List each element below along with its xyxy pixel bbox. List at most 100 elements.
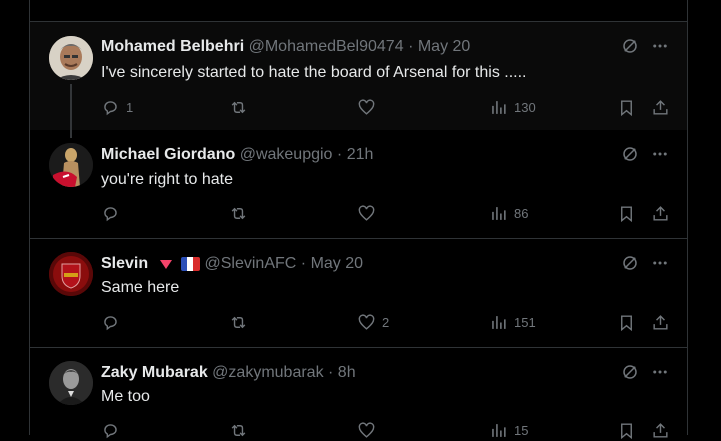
timeline-column: Mohamed Belbehri @MohamedBel90474 · May … [29,0,688,440]
tweet-michael-giordano[interactable]: Michael Giordano @wakeupgio · 21h you're… [30,130,687,239]
display-name[interactable]: Michael Giordano [101,146,235,163]
views-button[interactable]: 86 [489,204,528,223]
bookmark-button[interactable] [617,421,636,440]
retweet-button[interactable] [229,313,254,332]
reply-button[interactable] [101,313,126,332]
retweet-icon [231,424,246,437]
like-count: 2 [382,315,390,330]
retweet-button[interactable] [229,421,254,440]
user-handle[interactable]: @MohamedBel90474 [249,38,404,55]
more-options-icon[interactable] [651,363,669,381]
like-button[interactable] [357,98,382,117]
view-count: 151 [514,315,536,330]
reply-icon [104,101,117,116]
avatar[interactable] [49,36,93,80]
timestamp[interactable]: 8h [338,364,356,381]
more-options-icon[interactable] [651,37,669,55]
display-name[interactable]: Mohamed Belbehri [101,38,244,55]
reply-icon [104,424,117,439]
view-count: 15 [514,423,529,438]
tweet-top-icons [621,145,669,163]
tweet-actions: 15 [101,421,673,441]
grok-icon[interactable] [621,145,639,163]
tweet-text: Same here [101,279,180,296]
retweet-icon [231,316,246,329]
reply-icon [104,316,117,331]
bookmark-button[interactable] [617,313,636,332]
tweet-zaky-mubarak[interactable]: Zaky Mubarak @zakymubarak · 8h Me too 15 [30,348,687,440]
user-handle[interactable]: @wakeupgio [240,146,333,163]
analytics-icon [492,424,506,437]
avatar[interactable] [49,143,93,187]
tweet-slevin[interactable]: Slevin @SlevinAFC · May 20 Same here 2 1… [30,239,687,348]
display-name[interactable]: Slevin [101,255,148,272]
avatar[interactable] [49,361,93,405]
tweet-header: Mohamed Belbehri @MohamedBel90474 · May … [101,37,617,57]
tweet-mohamed-belbehri[interactable]: Mohamed Belbehri @MohamedBel90474 · May … [30,22,687,138]
tweet-header: Zaky Mubarak @zakymubarak · 8h [101,363,617,383]
tweet-text: you're right to hate [101,171,234,188]
like-button[interactable] [357,421,382,440]
view-count: 86 [514,206,529,221]
previous-tweet-stub [30,0,687,22]
bookmark-icon [621,206,632,223]
tweet-text: Me too [101,388,150,405]
more-options-icon[interactable] [651,254,669,272]
avatar[interactable] [49,252,93,296]
tweet-actions: 2 151 [101,313,673,333]
display-name[interactable]: Zaky Mubarak [101,364,208,381]
separator-dot: · [336,146,343,163]
avatar-image-icon [49,361,93,405]
grok-icon[interactable] [621,37,639,55]
views-button[interactable]: 15 [489,421,528,440]
like-button[interactable]: 2 [357,313,389,332]
views-button[interactable]: 151 [489,313,536,332]
retweet-icon [231,101,246,114]
tweet-text: I've sincerely started to hate the board… [101,64,527,81]
tweet-header: Michael Giordano @wakeupgio · 21h [101,145,617,165]
like-button[interactable] [357,204,382,223]
reply-count: 1 [126,100,134,115]
avatar-image-icon [49,252,93,296]
reply-button[interactable] [101,421,126,440]
user-handle[interactable]: @SlevinAFC [205,255,297,272]
bookmark-icon [621,423,632,440]
share-icon [653,206,668,221]
share-button[interactable] [651,313,670,332]
avatar-image-icon [49,143,93,187]
tweet-top-icons [621,37,669,55]
heart-icon [358,314,375,330]
timestamp[interactable]: May 20 [311,255,363,272]
grok-icon[interactable] [621,254,639,272]
bookmark-button[interactable] [617,98,636,117]
timestamp[interactable]: 21h [347,146,374,163]
bookmark-icon [621,315,632,332]
avatar-image-icon [49,36,93,80]
retweet-icon [231,207,246,220]
share-icon [653,423,668,438]
share-icon [653,315,668,330]
france-flag-icon [181,256,201,271]
grok-icon[interactable] [621,363,639,381]
analytics-icon [492,207,506,220]
user-handle[interactable]: @zakymubarak [212,364,323,381]
timestamp[interactable]: May 20 [418,38,470,55]
reply-icon [104,207,117,222]
share-button[interactable] [651,204,670,223]
separator-dot: · [408,38,414,55]
reply-button[interactable] [101,204,126,223]
retweet-button[interactable] [229,98,254,117]
separator-dot: · [328,364,334,381]
share-button[interactable] [651,421,670,440]
share-button[interactable] [651,98,670,117]
heart-icon [358,205,375,221]
more-options-icon[interactable] [651,145,669,163]
view-count: 130 [514,100,536,115]
heart-icon [358,422,375,438]
bookmark-button[interactable] [617,204,636,223]
tweet-actions: 86 [101,204,673,224]
reply-button[interactable]: 1 [101,98,133,117]
retweet-button[interactable] [229,204,254,223]
tweet-header: Slevin @SlevinAFC · May 20 [101,254,617,274]
views-button[interactable]: 130 [489,98,536,117]
